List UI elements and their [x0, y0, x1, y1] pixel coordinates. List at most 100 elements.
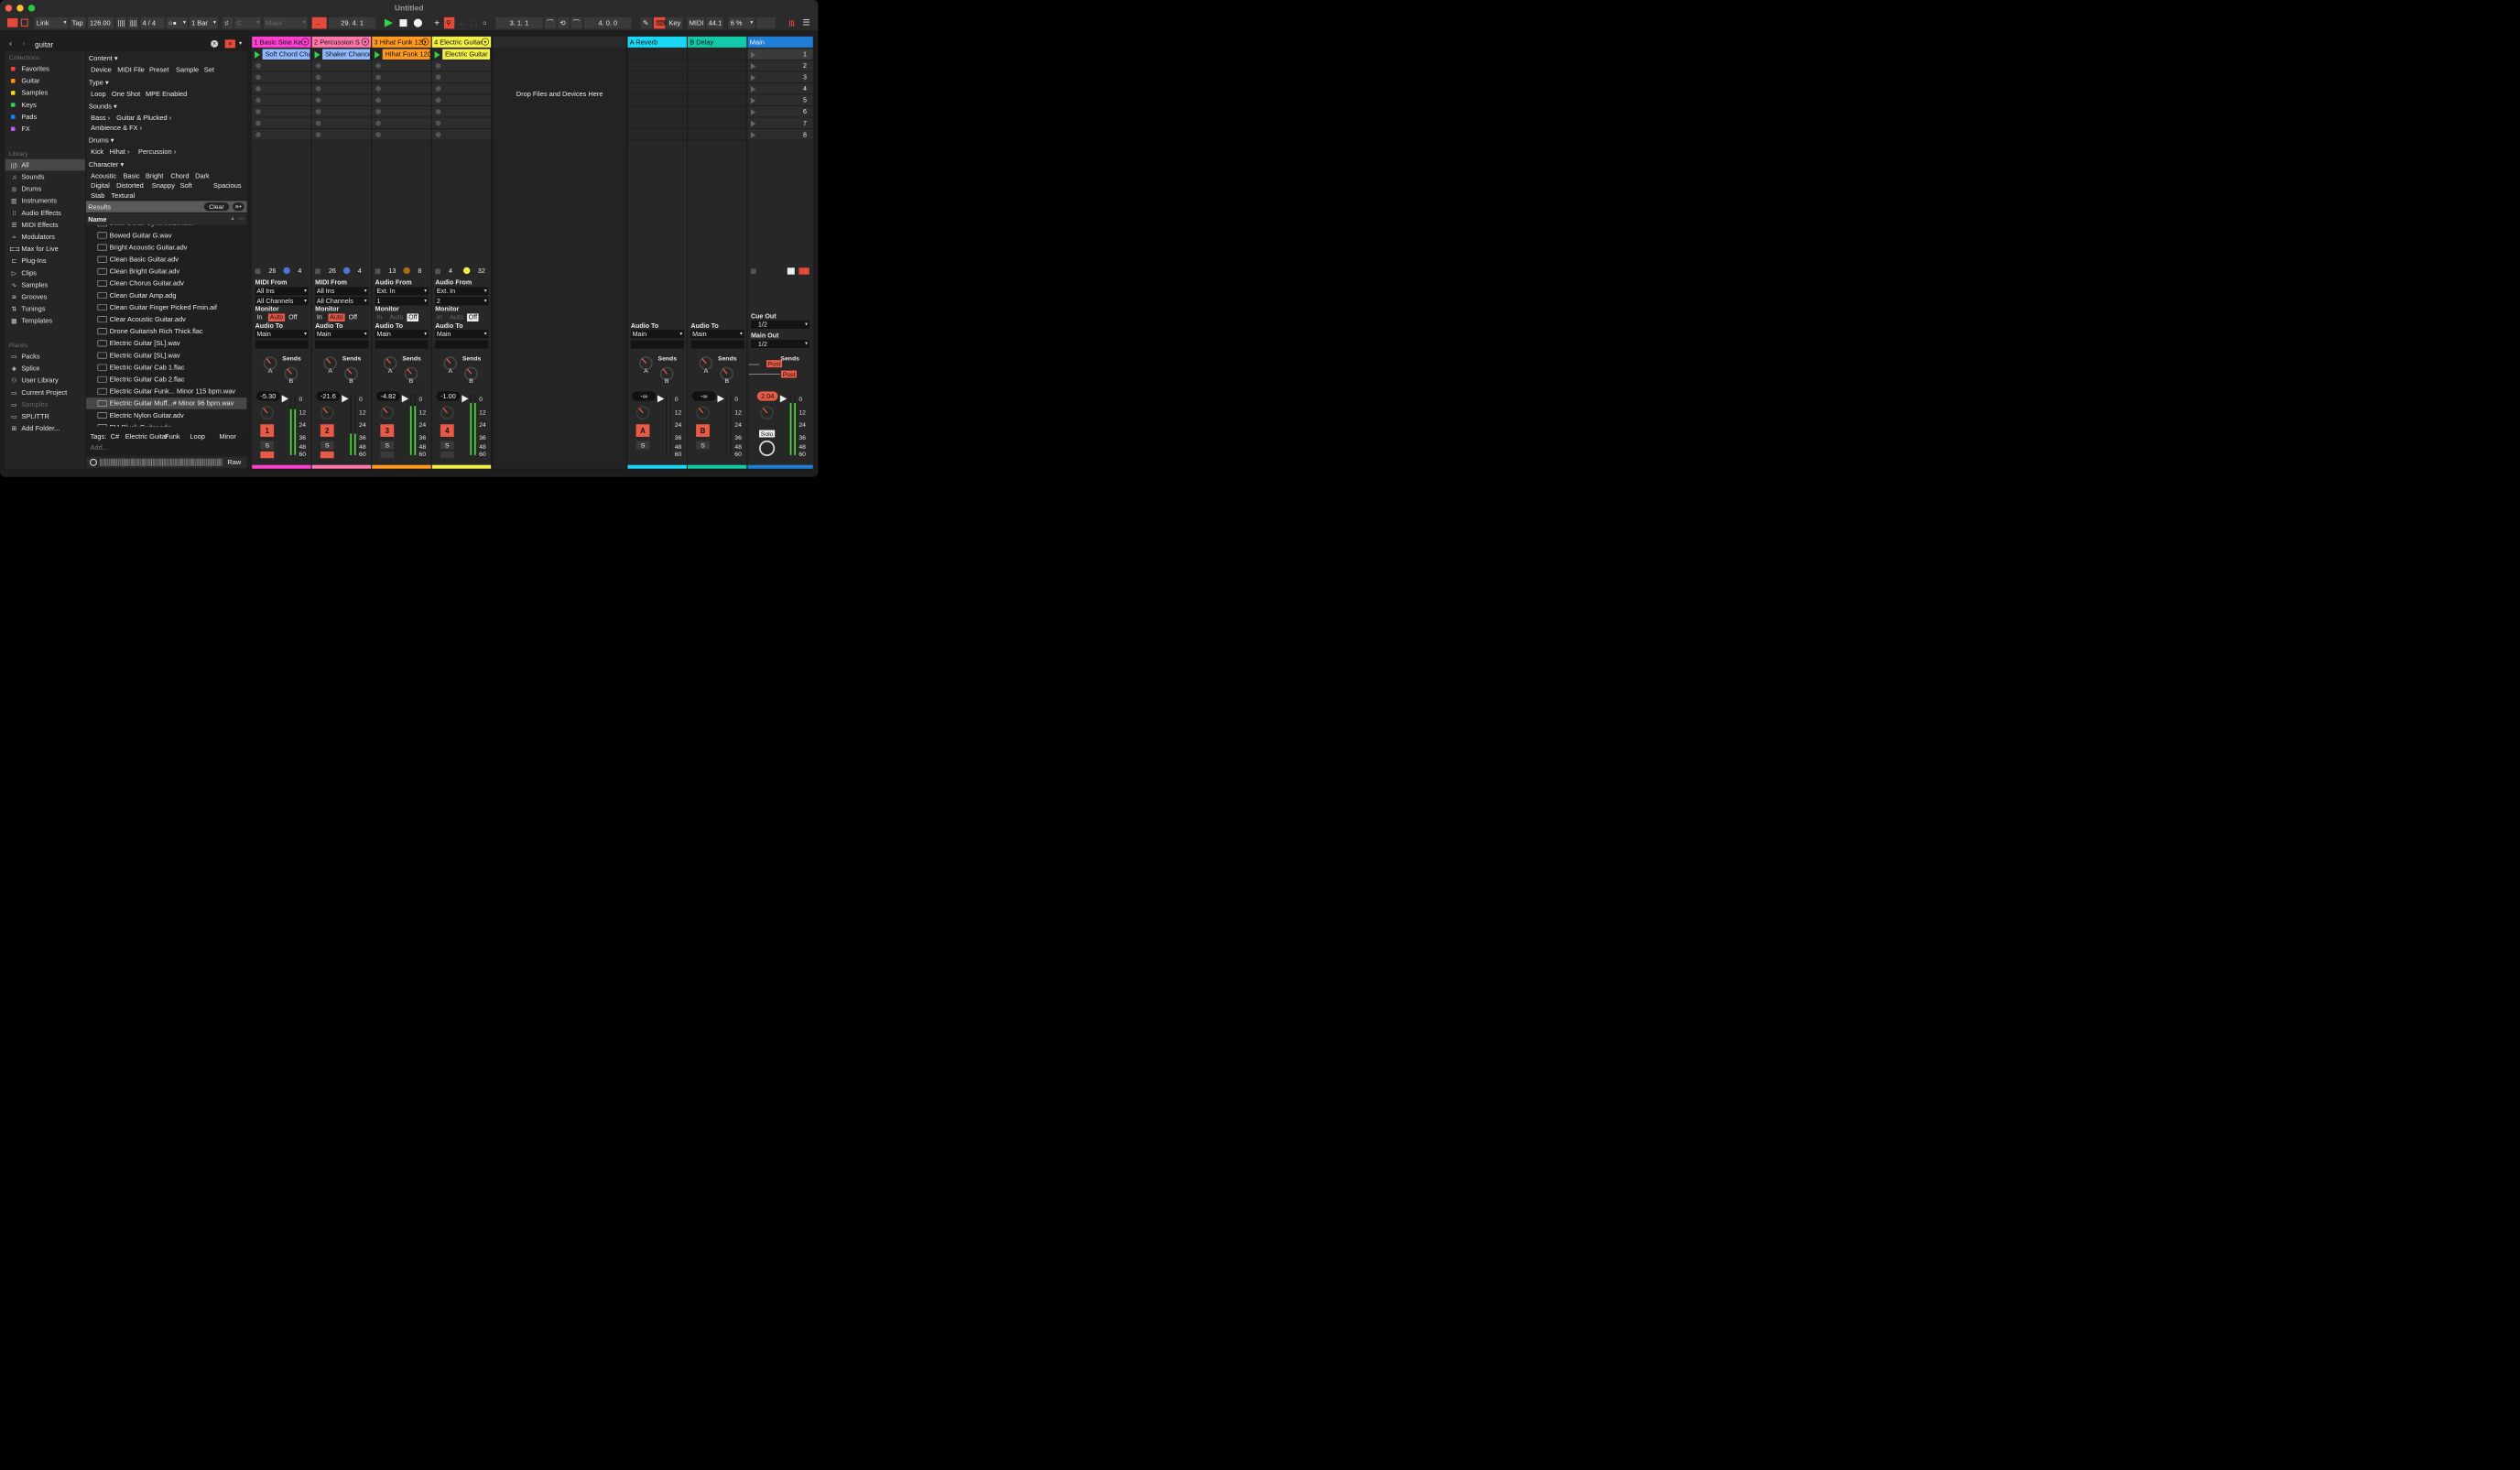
- tag-chip[interactable]: Loop: [190, 432, 204, 441]
- place-current-project[interactable]: ▭ Current Project: [5, 387, 85, 398]
- input-source-dropdown[interactable]: All Ins: [315, 287, 369, 296]
- arm-icon[interactable]: [440, 451, 454, 459]
- record-icon[interactable]: [413, 18, 422, 27]
- output-channel-dropdown[interactable]: [435, 340, 489, 349]
- clip-slot[interactable]: [431, 60, 492, 72]
- library-tunings[interactable]: ⇅ Tunings: [5, 303, 85, 315]
- forward-icon[interactable]: ›: [23, 39, 26, 48]
- scene-launch-icon[interactable]: [750, 74, 756, 82]
- clip-slot[interactable]: [252, 83, 311, 95]
- collection-keys[interactable]: Keys: [5, 99, 85, 111]
- filter-tag[interactable]: Loop: [91, 90, 105, 98]
- filter-tag[interactable]: Sample: [176, 66, 199, 74]
- tag-chip[interactable]: Minor: [219, 432, 236, 441]
- track-color-knob[interactable]: [462, 267, 471, 275]
- link-button[interactable]: Link: [34, 16, 69, 29]
- clip-slot[interactable]: [252, 117, 311, 129]
- punch-in-icon[interactable]: ⌒: [544, 16, 557, 29]
- library-midi-effects[interactable]: ☰ MIDI Effects: [5, 219, 85, 231]
- scene-1[interactable]: 1: [747, 49, 813, 60]
- filter-tag[interactable]: Chord: [170, 171, 189, 180]
- scene-launch-icon[interactable]: [750, 51, 756, 59]
- filter-tag[interactable]: Percussion ›: [138, 147, 176, 156]
- filter-tag[interactable]: Stab: [91, 191, 104, 200]
- clip[interactable]: Electric Guitar: [442, 49, 491, 60]
- library-drums[interactable]: ◎ Drums: [5, 183, 85, 195]
- monitor-in-button[interactable]: In: [435, 313, 443, 321]
- mixer-icon[interactable]: |||: [787, 17, 798, 29]
- filter-tag[interactable]: Basic: [123, 171, 139, 180]
- input-channel-dropdown[interactable]: 1: [375, 297, 429, 306]
- sounds-filter-header[interactable]: Sounds ▾: [89, 103, 117, 111]
- solo-button[interactable]: Solo: [759, 430, 776, 438]
- tag-chip[interactable]: Electric Guitar: [125, 432, 168, 441]
- collection-favorites[interactable]: Favorites: [5, 63, 85, 75]
- file-item[interactable]: Bowed Guitar G.wav: [86, 230, 246, 242]
- file-item[interactable]: Clean Guitar Amp.adg: [86, 289, 246, 301]
- filter-tag[interactable]: Device: [91, 66, 112, 74]
- scene-8[interactable]: 8: [747, 129, 813, 141]
- main-out-dropdown[interactable]: 1/2: [750, 339, 809, 349]
- time-signature-field[interactable]: 4 / 4: [140, 16, 165, 29]
- filter-tag[interactable]: Dark: [195, 171, 210, 180]
- place-add-folder---[interactable]: ⊞ Add Folder...: [5, 423, 85, 435]
- output-dropdown[interactable]: Main: [630, 330, 685, 339]
- clip-slot[interactable]: [431, 71, 492, 83]
- filter-tag[interactable]: Soft: [180, 181, 192, 190]
- scene-7[interactable]: 7: [747, 117, 813, 129]
- monitor-in-button[interactable]: In: [315, 313, 323, 321]
- overdub-icon[interactable]: +: [432, 17, 442, 29]
- clip-slot[interactable]: [431, 106, 492, 118]
- input-channel-dropdown[interactable]: All Channels: [315, 297, 369, 306]
- library-modulators[interactable]: ≈ Modulators: [5, 231, 85, 243]
- stop-slot-icon[interactable]: [315, 62, 321, 69]
- solo-button[interactable]: S: [696, 441, 710, 450]
- track-activator-icon[interactable]: [401, 395, 409, 403]
- library-audio-effects[interactable]: ⁞⁞ Audio Effects: [5, 207, 85, 219]
- add-to-collection-icon[interactable]: ≡+: [233, 202, 244, 212]
- filter-tag[interactable]: Kick: [91, 147, 103, 156]
- file-item[interactable]: Electric Guitar Funk... Minor 115 bpm.wa…: [86, 386, 246, 397]
- pan-knob[interactable]: [635, 406, 650, 420]
- library-sounds[interactable]: ♫ Sounds: [5, 171, 85, 183]
- stop-all-clips-icon[interactable]: [750, 268, 756, 275]
- file-item[interactable]: Electric Guitar Muff...# Minor 96 bpm.wa…: [86, 397, 247, 409]
- stop-slot-icon[interactable]: [375, 109, 381, 114]
- monitor-off-button[interactable]: Off: [347, 313, 359, 321]
- track-activator-icon[interactable]: [342, 395, 349, 403]
- output-channel-dropdown[interactable]: [375, 340, 429, 349]
- computer-keyboard-icon[interactable]: ⌨: [653, 16, 666, 29]
- monitor-auto-button[interactable]: Auto: [267, 313, 285, 321]
- scale-dropdown[interactable]: Major: [263, 16, 308, 29]
- raw-button[interactable]: Raw: [227, 458, 241, 466]
- stop-slot-icon[interactable]: [375, 74, 381, 81]
- column-options-icon[interactable]: ···: [238, 214, 244, 222]
- filter-tag[interactable]: Spacious: [213, 181, 241, 190]
- volume-field[interactable]: -1.00: [436, 391, 461, 401]
- filter-tag[interactable]: Preset: [149, 66, 168, 74]
- clip-slot[interactable]: [431, 94, 492, 106]
- clip-slot[interactable]: [311, 117, 372, 129]
- loop-start-field[interactable]: 3. 1. 1: [495, 16, 543, 29]
- scene-launch-icon[interactable]: [750, 97, 756, 104]
- key-follow-icon[interactable]: ♯: [223, 16, 234, 29]
- track-activator-icon[interactable]: [462, 395, 469, 403]
- stop-icon[interactable]: [399, 19, 407, 27]
- record-scene-icon[interactable]: [798, 267, 809, 275]
- track-name[interactable]: 2 Percussion S ▾: [311, 36, 372, 48]
- search-input[interactable]: guitar: [35, 40, 207, 49]
- stop-slot-icon[interactable]: [315, 97, 321, 103]
- filter-tag[interactable]: Digital: [91, 181, 110, 190]
- filter-tag[interactable]: Hihat ›: [110, 147, 130, 156]
- automation-arm-icon[interactable]: ⚲: [443, 16, 455, 29]
- volume-field[interactable]: -4.82: [375, 391, 401, 401]
- view-toggle-icon[interactable]: [6, 17, 18, 27]
- track-color-knob[interactable]: [403, 267, 410, 275]
- clip-stop-icon[interactable]: [315, 268, 320, 275]
- stop-slot-icon[interactable]: [375, 86, 381, 92]
- clip-slot[interactable]: [311, 129, 372, 141]
- filter-icon[interactable]: ≡: [224, 39, 235, 49]
- scene-2[interactable]: 2: [747, 60, 813, 72]
- play-icon[interactable]: [384, 18, 394, 27]
- output-dropdown[interactable]: Main: [375, 330, 429, 339]
